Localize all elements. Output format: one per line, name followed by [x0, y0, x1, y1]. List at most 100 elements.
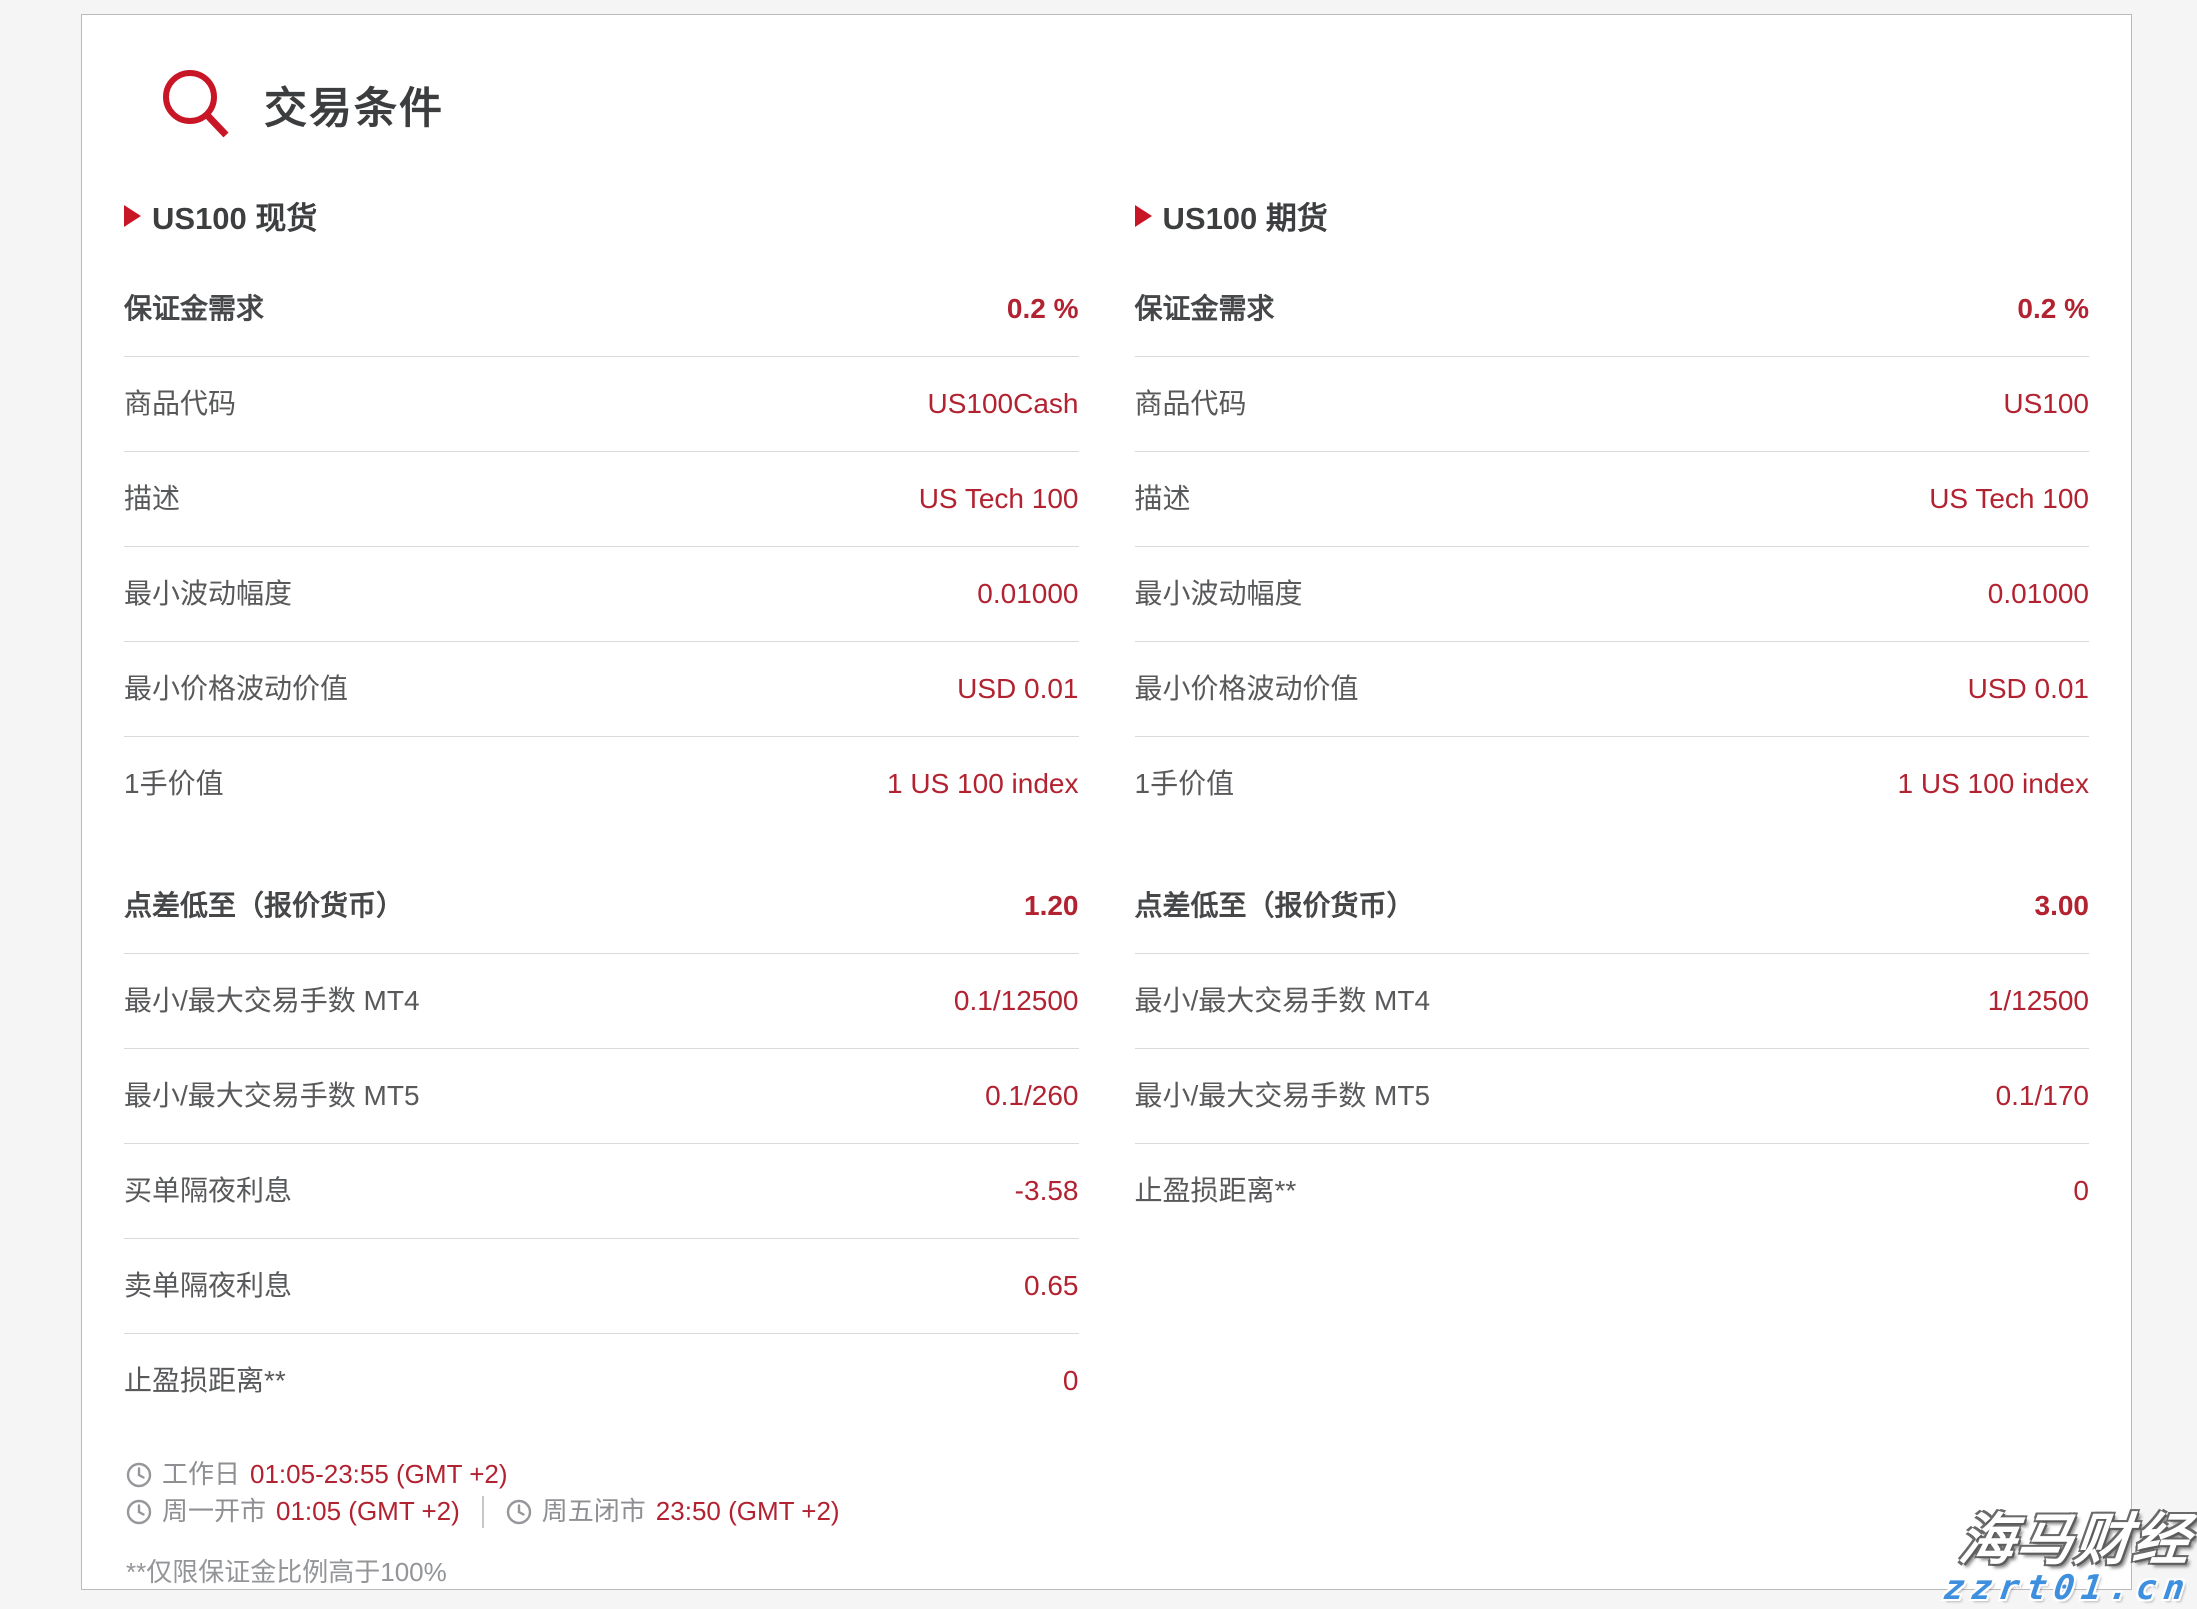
row-value: USD 0.01 [957, 672, 1078, 706]
row-label: 描述 [124, 482, 180, 516]
note-time: 23:50 (GMT +2) [656, 1495, 840, 1528]
watermark-brand: 海马财经 [1941, 1512, 2194, 1568]
row-label: 保证金需求 [1135, 292, 1275, 326]
table-row: 买单隔夜利息 -3.58 [124, 1144, 1079, 1239]
table-row: 卖单隔夜利息 0.65 [124, 1239, 1079, 1334]
row-value: US100Cash [928, 387, 1079, 421]
row-label: 点差低至（报价货币） [124, 889, 404, 923]
table-title: US100 期货 [1135, 193, 2090, 238]
row-value: -3.58 [1015, 1174, 1079, 1208]
row-label: 最小/最大交易手数 MT5 [1135, 1079, 1431, 1113]
row-value: 1 US 100 index [1898, 767, 2089, 801]
search-icon [158, 67, 234, 143]
table-body: 保证金需求 0.2 % 商品代码 US100 描述 US Tech 100 最小波动幅度 0.… [1135, 262, 2090, 1238]
table-row: 最小/最大交易手数 MT5 0.1/260 [124, 1049, 1079, 1144]
table-row: 止盈损距离** 0 [1135, 1144, 2090, 1238]
table-row: 最小/最大交易手数 MT4 1/12500 [1135, 954, 2090, 1049]
table-us100-futures: US100 期货 保证金需求 0.2 % 商品代码 US100 描述 US Tech 10… [1135, 193, 2090, 1428]
row-value: 0.2 % [1007, 292, 1079, 326]
note-separator [482, 1496, 484, 1528]
row-value: 0 [1063, 1364, 1079, 1398]
row-value: USD 0.01 [1968, 672, 2089, 706]
row-label: 最小波动幅度 [1135, 577, 1303, 611]
table-row: 点差低至（报价货币）3.00 [1135, 859, 2090, 954]
table-row: 最小价格波动价值 USD 0.01 [124, 642, 1079, 737]
margin-disclaimer: **仅限保证金比例高于100% [126, 1552, 2089, 1589]
row-value: US100 [2003, 387, 2089, 421]
table-us100-cash: US100 现货 保证金需求 0.2 % 商品代码 US100Cash 描述 US Tec… [124, 193, 1079, 1428]
table-row: 最小波动幅度 0.01000 [124, 547, 1079, 642]
row-label: 卖单隔夜利息 [124, 1269, 292, 1303]
table-row: 最小波动幅度 0.01000 [1135, 547, 2090, 642]
row-label: 最小波动幅度 [124, 577, 292, 611]
watermark-site: zzrt01.cn [1941, 1570, 2193, 1607]
table-body: 保证金需求 0.2 % 商品代码 US100Cash 描述 US Tech 100 最小波动… [124, 262, 1079, 1428]
row-label: 1手价值 [1135, 767, 1235, 801]
row-value: 0 [2073, 1174, 2089, 1208]
row-value: US Tech 100 [919, 482, 1079, 516]
triangle-right-icon [1135, 205, 1152, 227]
row-value: 1 US 100 index [887, 767, 1078, 801]
table-row: 1手价值 1 US 100 index [1135, 737, 2090, 831]
row-label: 商品代码 [124, 387, 236, 421]
table-section: 保证金需求 0.2 % 商品代码 US100Cash 描述 US Tech 100 最小波动… [124, 262, 1079, 831]
table-row: 最小/最大交易手数 MT5 0.1/170 [1135, 1049, 2090, 1144]
table-title-text: US100 期货 [1163, 193, 1328, 238]
table-row: 最小价格波动价值 USD 0.01 [1135, 642, 2090, 737]
row-label: 买单隔夜利息 [124, 1174, 292, 1208]
table-section: 点差低至（报价货币）1.20最小/最大交易手数 MT40.1/12500最小/最… [124, 859, 1079, 1428]
note-prefix: 工作日 [162, 1458, 240, 1491]
row-label: 止盈损距离** [1135, 1174, 1297, 1208]
weekday-note: 工作日 01:05-23:55 (GMT +2) [126, 1458, 508, 1491]
note-time: 01:05-23:55 (GMT +2) [250, 1458, 508, 1491]
tables-grid: US100 现货 保证金需求 0.2 % 商品代码 US100Cash 描述 US Tec… [124, 193, 2089, 1428]
row-value: 0.1/260 [985, 1079, 1078, 1113]
row-value: 0.1/170 [1996, 1079, 2089, 1113]
table-row: 商品代码 US100Cash [124, 357, 1079, 452]
row-value: 1/12500 [1988, 984, 2089, 1018]
note-prefix: 周五闭市 [542, 1495, 646, 1528]
row-value: US Tech 100 [1929, 482, 2089, 516]
row-label: 最小/最大交易手数 MT4 [1135, 984, 1431, 1018]
note-prefix: 周一开市 [162, 1495, 266, 1528]
table-section: 点差低至（报价货币）3.00最小/最大交易手数 MT41/12500最小/最大交… [1135, 859, 2090, 1238]
clock-icon [506, 1499, 532, 1525]
row-label: 1手价值 [124, 767, 224, 801]
clock-icon [126, 1499, 152, 1525]
table-row: 点差低至（报价货币） 1.20 [124, 859, 1079, 954]
table-title-text: US100 现货 [152, 193, 317, 238]
table-row: 最小/最大交易手数 MT4 0.1/12500 [124, 954, 1079, 1049]
row-label: 止盈损距离** [124, 1364, 286, 1398]
row-label: 描述 [1135, 482, 1191, 516]
row-value: 0.2 % [2017, 292, 2089, 326]
table-row: 描述 US Tech 100 [1135, 452, 2090, 547]
row-label: 保证金需求 [124, 292, 264, 326]
monday-open-note: 周一开市 01:05 (GMT +2) [126, 1495, 460, 1528]
row-label: 最小价格波动价值 [1135, 672, 1359, 706]
row-value: 1.20 [1024, 889, 1079, 923]
note-line-open-close: 周一开市 01:05 (GMT +2) 周五闭市 23:50 (GMT +2) [126, 1495, 2089, 1528]
table-row: 保证金需求 0.2 % [124, 262, 1079, 357]
trading-hours-footer: 工作日 01:05-23:55 (GMT +2) 周一开市 01:05 (GMT… [126, 1458, 2089, 1589]
triangle-right-icon [124, 205, 141, 227]
row-value: 0.01000 [1988, 577, 2089, 611]
table-row: 止盈损距离** 0 [124, 1334, 1079, 1428]
note-line-weekday: 工作日 01:05-23:55 (GMT +2) [126, 1458, 2089, 1491]
table-title: US100 现货 [124, 193, 1079, 238]
row-value: 0.1/12500 [954, 984, 1079, 1018]
note-time: 01:05 (GMT +2) [276, 1495, 460, 1528]
page-title: 交易条件 [264, 74, 444, 136]
table-row: 1手价值 1 US 100 index [124, 737, 1079, 831]
row-label: 最小/最大交易手数 MT5 [124, 1079, 420, 1113]
row-value: 0.01000 [977, 577, 1078, 611]
clock-icon [126, 1462, 152, 1488]
table-row: 保证金需求 0.2 % [1135, 262, 2090, 357]
table-section: 保证金需求 0.2 % 商品代码 US100 描述 US Tech 100 最小波动幅度 0.… [1135, 262, 2090, 831]
watermark: 海马财经 zzrt01.cn [1944, 1512, 2191, 1607]
row-value: 3.00 [2035, 889, 2090, 923]
row-label: 商品代码 [1135, 387, 1247, 421]
row-value: 0.65 [1024, 1269, 1079, 1303]
row-label: 最小价格波动价值 [124, 672, 348, 706]
row-label: 最小/最大交易手数 MT4 [124, 984, 420, 1018]
page-header: 交易条件 [158, 67, 2089, 143]
